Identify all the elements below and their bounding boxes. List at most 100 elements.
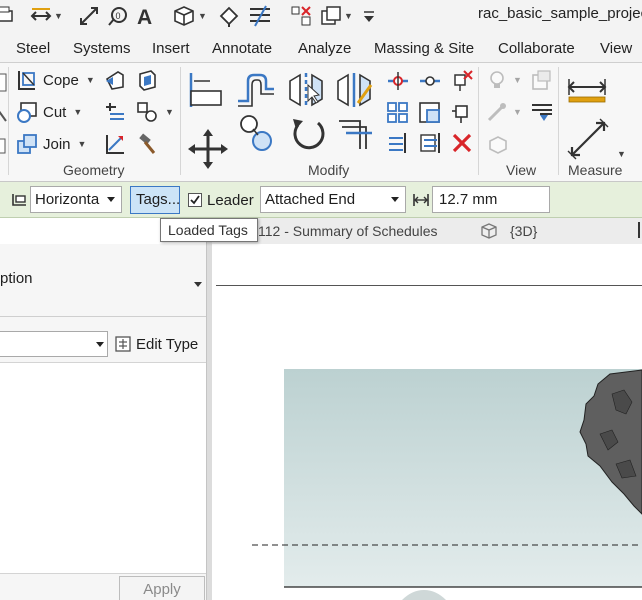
wall-joins-icon[interactable] [104, 101, 126, 123]
cope-button[interactable]: Cope ▼ [16, 69, 95, 91]
delete-icon[interactable] [450, 131, 474, 155]
tab-summary-of-schedules[interactable]: 112 - Summary of Schedules [258, 223, 438, 239]
measure-icon[interactable] [78, 4, 100, 28]
tag-by-category-icon[interactable]: 0 [106, 4, 128, 28]
chevron-down-icon[interactable]: ▼ [344, 11, 353, 21]
chevron-down-icon[interactable] [96, 342, 104, 347]
linework-icon[interactable]: ▼ [486, 101, 522, 123]
join-button[interactable]: Join ▼ [16, 133, 86, 155]
measure-panel-title: Measure [568, 162, 623, 178]
cope-icon [18, 71, 35, 90]
trim-multiple-icon[interactable] [386, 131, 410, 155]
drawing-canvas[interactable] [212, 244, 642, 600]
hammer-icon[interactable] [136, 133, 158, 155]
copy-icon[interactable] [238, 113, 274, 153]
leader-checkbox[interactable] [188, 193, 202, 207]
chevron-down-icon[interactable]: ▼ [78, 139, 87, 149]
aligned-measure-icon[interactable] [566, 117, 610, 161]
tab-collaborate[interactable]: Collaborate [498, 40, 575, 57]
edit-type-button[interactable]: Edit Type [114, 333, 198, 355]
chevron-down-icon[interactable]: ▼ [198, 11, 207, 21]
apply-button[interactable]: Apply [119, 576, 205, 600]
quick-access-toolbar: ▼ 0 A ▼ ▼ rac_basic_sample_project [0, 0, 642, 33]
cut-label: Cut [43, 103, 67, 121]
split-face-icon[interactable] [104, 69, 126, 91]
tab-annotate[interactable]: Annotate [212, 40, 272, 57]
tab-3d[interactable]: {3D} [510, 223, 537, 239]
tab-view[interactable]: View [600, 40, 632, 57]
tags-button[interactable]: Tags... [130, 186, 180, 214]
tab-insert[interactable]: Insert [152, 40, 190, 57]
cut-clipboard-icon[interactable] [0, 103, 8, 125]
check-icon [190, 195, 200, 205]
leader-length-value: 12.7 mm [439, 191, 498, 208]
chevron-down-icon[interactable]: ▼ [513, 107, 522, 117]
measure-dropdown-chevron-down-icon[interactable]: ▼ [617, 149, 626, 159]
svg-text:0: 0 [116, 11, 121, 21]
offset-icon[interactable] [236, 71, 276, 109]
paste-icon[interactable] [0, 71, 8, 93]
leader-end-value: Attached End [265, 191, 356, 208]
length-icon [412, 192, 430, 208]
cut-button[interactable]: Cut ▼ [16, 101, 82, 123]
aligned-dimension-icon[interactable]: ▼ [30, 4, 63, 28]
rotate-icon[interactable] [288, 113, 328, 155]
trim-extend-icon[interactable] [336, 113, 376, 153]
instance-filter-dropdown[interactable] [0, 331, 108, 357]
scale-icon[interactable] [418, 101, 442, 125]
tab-steel[interactable]: Steel [16, 40, 50, 57]
leader-end-dropdown[interactable]: Attached End [260, 186, 406, 213]
default-3d-view-icon[interactable]: ▼ [172, 4, 207, 28]
split-with-gap-icon[interactable] [418, 69, 442, 93]
edit-type-icon [115, 336, 131, 352]
hide-in-view-icon[interactable]: ▼ [486, 69, 522, 91]
tab-massing-site[interactable]: Massing & Site [374, 40, 474, 57]
section-icon[interactable] [218, 4, 240, 28]
override-graphics-icon[interactable] [530, 69, 552, 91]
tab-systems[interactable]: Systems [73, 40, 131, 57]
switch-windows-icon[interactable]: ▼ [320, 4, 353, 28]
chevron-down-icon[interactable] [107, 197, 115, 202]
3d-model-view [252, 369, 642, 600]
orientation-value: Horizonta [35, 191, 100, 208]
text-icon[interactable]: A [136, 4, 156, 28]
pin-icon[interactable] [450, 101, 474, 125]
close-hidden-windows-icon[interactable] [290, 4, 312, 28]
modify-panel-title: Modify [308, 162, 350, 178]
tab-analyze[interactable]: Analyze [298, 40, 351, 57]
tooltip-text: Loaded Tags [168, 222, 248, 238]
view-panel-title: View [506, 162, 537, 178]
filter-lines-icon[interactable] [530, 101, 554, 123]
chevron-down-icon[interactable]: ▼ [513, 75, 522, 85]
chevron-down-icon[interactable]: ▼ [54, 11, 63, 21]
loaded-tags-tooltip: Loaded Tags [160, 218, 258, 242]
select-box-icon[interactable] [486, 133, 508, 155]
chevron-down-icon[interactable] [391, 197, 399, 202]
tag-orientation-icon [10, 191, 28, 209]
mirror-pick-axis-icon[interactable] [288, 71, 326, 109]
print-icon[interactable] [0, 4, 14, 28]
copy-geometry-icon[interactable] [104, 133, 126, 155]
extend-multiple-icon[interactable] [418, 131, 442, 155]
move-icon[interactable] [188, 129, 228, 169]
customize-toolbar-icon[interactable] [362, 4, 376, 28]
chevron-down-icon[interactable]: ▼ [165, 107, 174, 117]
svg-text:A: A [137, 6, 152, 27]
unpin-icon[interactable] [450, 69, 474, 93]
array-icon[interactable] [386, 101, 410, 125]
chevron-down-icon[interactable]: ▼ [86, 75, 95, 85]
paint-icon[interactable] [136, 69, 158, 91]
leader-length-input[interactable]: 12.7 mm [432, 186, 550, 213]
view-tabs: 112 - Summary of Schedules {3D} [210, 218, 642, 244]
split-element-icon[interactable] [386, 69, 410, 93]
measure-between-references-icon[interactable] [566, 75, 610, 105]
align-icon[interactable] [188, 71, 226, 109]
mirror-draw-axis-icon[interactable] [336, 71, 374, 109]
match-type-icon[interactable] [0, 135, 8, 157]
tab-overflow-edge [638, 222, 640, 238]
thin-lines-icon[interactable] [248, 4, 272, 28]
type-selector-chevron-down-icon[interactable] [194, 282, 202, 287]
orientation-dropdown[interactable]: Horizonta [30, 186, 122, 213]
chevron-down-icon[interactable]: ▼ [73, 107, 82, 117]
demolish-icon[interactable]: ▼ [136, 101, 174, 123]
